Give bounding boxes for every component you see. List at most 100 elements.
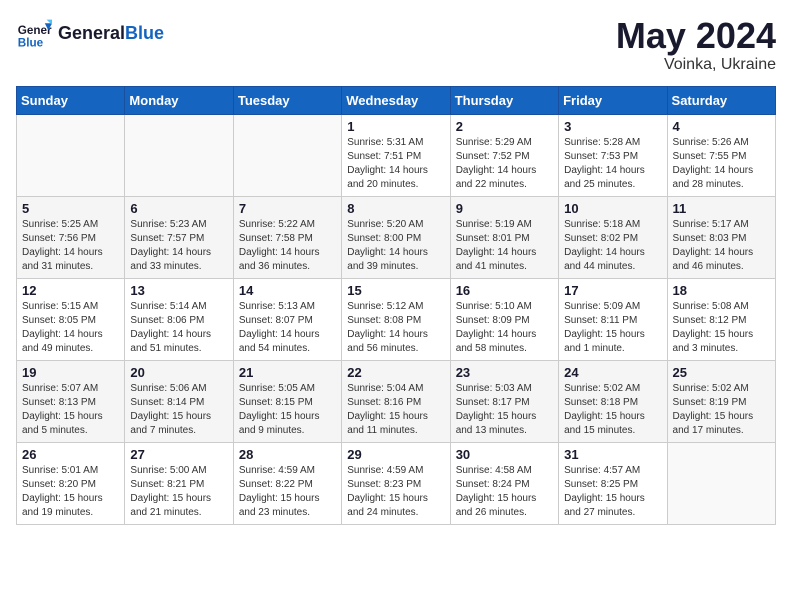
calendar-cell: 13 Sunrise: 5:14 AM Sunset: 8:06 PM Dayli…: [125, 278, 233, 360]
day-number: 2: [456, 119, 553, 134]
calendar-cell: [233, 114, 341, 196]
calendar-cell: 21 Sunrise: 5:05 AM Sunset: 8:15 PM Dayli…: [233, 360, 341, 442]
calendar-cell: 8Sunrise: 5:20 AM Sunset: 8:00 PM Daylig…: [342, 196, 450, 278]
day-number: 28: [239, 447, 336, 462]
day-number: 12: [22, 283, 119, 298]
weekday-header-row: SundayMondayTuesdayWednesdayThursdayFrid…: [17, 86, 776, 114]
calendar-cell: 31 Sunrise: 4:57 AM Sunset: 8:25 PM Dayli…: [559, 442, 667, 524]
day-number: 3: [564, 119, 661, 134]
day-info: Sunrise: 4:57 AM Sunset: 8:25 PM Dayligh…: [564, 464, 661, 520]
calendar-cell: 3 Sunrise: 5:28 AM Sunset: 7:53 PM Daylig…: [559, 114, 667, 196]
calendar-cell: 30 Sunrise: 4:58 AM Sunset: 8:24 PM Dayli…: [450, 442, 558, 524]
logo-icon: General Blue: [16, 16, 52, 52]
calendar-table: SundayMondayTuesdayWednesdayThursdayFrid…: [16, 86, 776, 525]
logo-blue: Blue: [125, 23, 164, 43]
day-info: Sunrise: 5:25 AM Sunset: 7:56 PM Dayligh…: [22, 218, 119, 274]
day-number: 18: [673, 283, 770, 298]
day-info: Sunrise: 5:02 AM Sunset: 8:18 PM Dayligh…: [564, 382, 661, 438]
day-number: 14: [239, 283, 336, 298]
calendar-cell: 26 Sunrise: 5:01 AM Sunset: 8:20 PM Dayli…: [17, 442, 125, 524]
day-number: 7: [239, 201, 336, 216]
calendar-cell: 24 Sunrise: 5:02 AM Sunset: 8:18 PM Dayli…: [559, 360, 667, 442]
day-number: 24: [564, 365, 661, 380]
day-info: Sunrise: 5:18 AM Sunset: 8:02 PM Dayligh…: [564, 218, 661, 274]
calendar-cell: [125, 114, 233, 196]
day-info: Sunrise: 5:05 AM Sunset: 8:15 PM Dayligh…: [239, 382, 336, 438]
page-header: General Blue GeneralBlue May 2024 Voinka…: [16, 16, 776, 74]
calendar-cell: 15 Sunrise: 5:12 AM Sunset: 8:08 PM Dayli…: [342, 278, 450, 360]
calendar-cell: 18 Sunrise: 5:08 AM Sunset: 8:12 PM Dayli…: [667, 278, 775, 360]
day-info: Sunrise: 5:13 AM Sunset: 8:07 PM Dayligh…: [239, 300, 336, 356]
svg-text:Blue: Blue: [18, 37, 44, 50]
calendar-cell: 11Sunrise: 5:17 AM Sunset: 8:03 PM Dayli…: [667, 196, 775, 278]
day-info: Sunrise: 5:03 AM Sunset: 8:17 PM Dayligh…: [456, 382, 553, 438]
day-info: Sunrise: 4:59 AM Sunset: 8:22 PM Dayligh…: [239, 464, 336, 520]
day-number: 4: [673, 119, 770, 134]
day-number: 13: [130, 283, 227, 298]
calendar-cell: 20 Sunrise: 5:06 AM Sunset: 8:14 PM Dayli…: [125, 360, 233, 442]
day-info: Sunrise: 4:59 AM Sunset: 8:23 PM Dayligh…: [347, 464, 444, 520]
weekday-header-wednesday: Wednesday: [342, 86, 450, 114]
calendar-week-5: 26 Sunrise: 5:01 AM Sunset: 8:20 PM Dayli…: [17, 442, 776, 524]
day-info: Sunrise: 5:10 AM Sunset: 8:09 PM Dayligh…: [456, 300, 553, 356]
day-number: 23: [456, 365, 553, 380]
calendar-cell: 29Sunrise: 4:59 AM Sunset: 8:23 PM Dayli…: [342, 442, 450, 524]
calendar-cell: 28 Sunrise: 4:59 AM Sunset: 8:22 PM Dayli…: [233, 442, 341, 524]
calendar-location: Voinka, Ukraine: [616, 56, 776, 74]
day-number: 21: [239, 365, 336, 380]
calendar-cell: [17, 114, 125, 196]
day-info: Sunrise: 5:08 AM Sunset: 8:12 PM Dayligh…: [673, 300, 770, 356]
day-number: 26: [22, 447, 119, 462]
day-number: 9: [456, 201, 553, 216]
calendar-cell: 4 Sunrise: 5:26 AM Sunset: 7:55 PM Daylig…: [667, 114, 775, 196]
weekday-header-monday: Monday: [125, 86, 233, 114]
calendar-cell: 17Sunrise: 5:09 AM Sunset: 8:11 PM Dayli…: [559, 278, 667, 360]
weekday-header-friday: Friday: [559, 86, 667, 114]
logo-general: General: [58, 23, 125, 43]
calendar-week-1: 1Sunrise: 5:31 AM Sunset: 7:51 PM Daylig…: [17, 114, 776, 196]
day-number: 19: [22, 365, 119, 380]
day-number: 15: [347, 283, 444, 298]
calendar-week-4: 19 Sunrise: 5:07 AM Sunset: 8:13 PM Dayli…: [17, 360, 776, 442]
day-info: Sunrise: 5:22 AM Sunset: 7:58 PM Dayligh…: [239, 218, 336, 274]
calendar-cell: [667, 442, 775, 524]
calendar-cell: 19 Sunrise: 5:07 AM Sunset: 8:13 PM Dayli…: [17, 360, 125, 442]
calendar-cell: 7 Sunrise: 5:22 AM Sunset: 7:58 PM Daylig…: [233, 196, 341, 278]
calendar-week-2: 5 Sunrise: 5:25 AM Sunset: 7:56 PM Daylig…: [17, 196, 776, 278]
day-info: Sunrise: 5:04 AM Sunset: 8:16 PM Dayligh…: [347, 382, 444, 438]
day-info: Sunrise: 5:01 AM Sunset: 8:20 PM Dayligh…: [22, 464, 119, 520]
day-info: Sunrise: 5:14 AM Sunset: 8:06 PM Dayligh…: [130, 300, 227, 356]
day-info: Sunrise: 5:26 AM Sunset: 7:55 PM Dayligh…: [673, 136, 770, 192]
logo: General Blue GeneralBlue: [16, 16, 164, 52]
day-info: Sunrise: 5:31 AM Sunset: 7:51 PM Dayligh…: [347, 136, 444, 192]
day-number: 5: [22, 201, 119, 216]
day-info: Sunrise: 4:58 AM Sunset: 8:24 PM Dayligh…: [456, 464, 553, 520]
day-info: Sunrise: 5:07 AM Sunset: 8:13 PM Dayligh…: [22, 382, 119, 438]
day-number: 31: [564, 447, 661, 462]
day-info: Sunrise: 5:06 AM Sunset: 8:14 PM Dayligh…: [130, 382, 227, 438]
day-info: Sunrise: 5:15 AM Sunset: 8:05 PM Dayligh…: [22, 300, 119, 356]
calendar-title: May 2024: [616, 16, 776, 56]
day-number: 16: [456, 283, 553, 298]
day-info: Sunrise: 5:09 AM Sunset: 8:11 PM Dayligh…: [564, 300, 661, 356]
calendar-cell: 12 Sunrise: 5:15 AM Sunset: 8:05 PM Dayli…: [17, 278, 125, 360]
day-number: 20: [130, 365, 227, 380]
day-number: 11: [673, 201, 770, 216]
calendar-cell: 9 Sunrise: 5:19 AM Sunset: 8:01 PM Daylig…: [450, 196, 558, 278]
day-info: Sunrise: 5:29 AM Sunset: 7:52 PM Dayligh…: [456, 136, 553, 192]
day-info: Sunrise: 5:19 AM Sunset: 8:01 PM Dayligh…: [456, 218, 553, 274]
day-info: Sunrise: 5:28 AM Sunset: 7:53 PM Dayligh…: [564, 136, 661, 192]
calendar-cell: 2 Sunrise: 5:29 AM Sunset: 7:52 PM Daylig…: [450, 114, 558, 196]
day-number: 30: [456, 447, 553, 462]
day-info: Sunrise: 5:02 AM Sunset: 8:19 PM Dayligh…: [673, 382, 770, 438]
calendar-cell: 22 Sunrise: 5:04 AM Sunset: 8:16 PM Dayli…: [342, 360, 450, 442]
day-number: 27: [130, 447, 227, 462]
day-info: Sunrise: 5:12 AM Sunset: 8:08 PM Dayligh…: [347, 300, 444, 356]
weekday-header-thursday: Thursday: [450, 86, 558, 114]
calendar-cell: 1Sunrise: 5:31 AM Sunset: 7:51 PM Daylig…: [342, 114, 450, 196]
weekday-header-sunday: Sunday: [17, 86, 125, 114]
day-number: 22: [347, 365, 444, 380]
day-info: Sunrise: 5:00 AM Sunset: 8:21 PM Dayligh…: [130, 464, 227, 520]
calendar-cell: 14 Sunrise: 5:13 AM Sunset: 8:07 PM Dayli…: [233, 278, 341, 360]
calendar-cell: 25Sunrise: 5:02 AM Sunset: 8:19 PM Dayli…: [667, 360, 775, 442]
